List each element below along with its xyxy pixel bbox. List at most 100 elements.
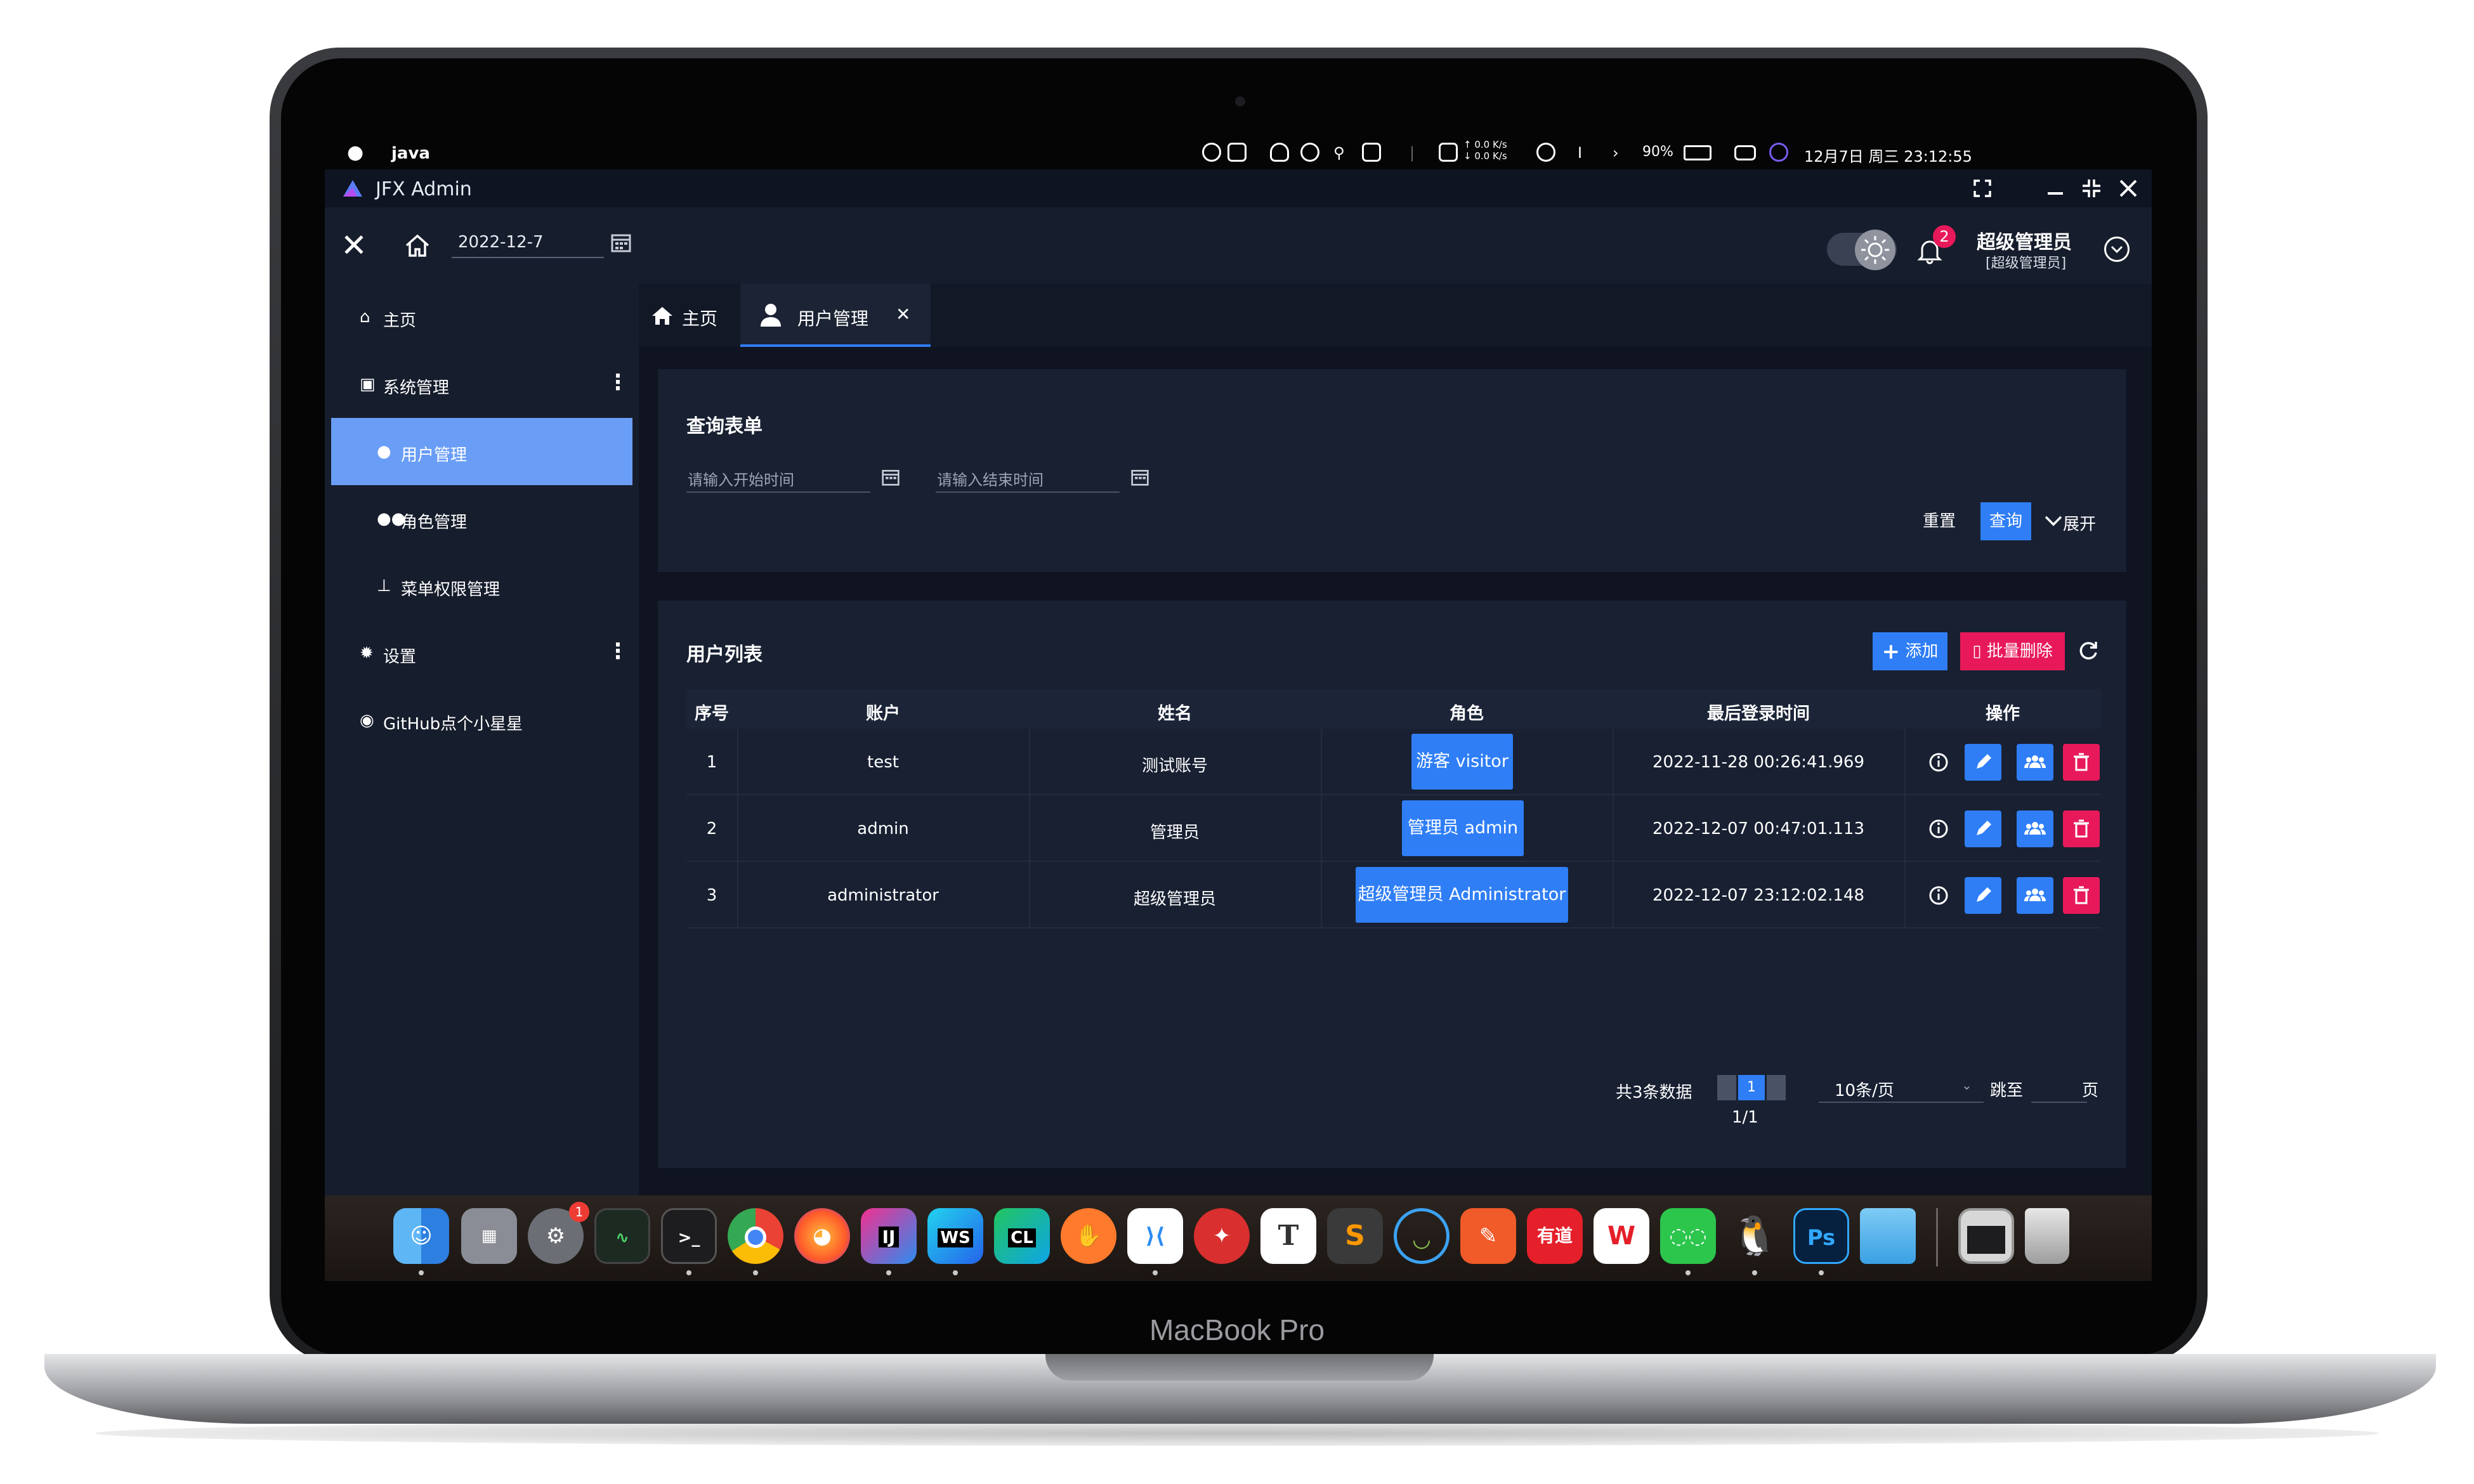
table-row[interactable]: 1 test 测试账号 游客 visitor 2022-11-28 00:26:… <box>686 729 2101 795</box>
pin-icon[interactable]: ⚲ <box>1333 144 1345 162</box>
page-size-select[interactable]: 10条/页 ⌄ <box>1819 1070 1984 1103</box>
menubar-datetime[interactable]: 12月7日 周三 23:12:55 <box>1804 144 1972 166</box>
table-row[interactable]: 3 administrator 超级管理员 超级管理员 Administrato… <box>686 862 2101 928</box>
more-vertical-icon[interactable]: ⋮ <box>607 370 629 395</box>
prev-page-button[interactable] <box>1717 1075 1736 1100</box>
wechat-dock-icon[interactable]: ◌◌ <box>1660 1208 1716 1264</box>
battery-icon[interactable] <box>1684 145 1712 160</box>
wps-icon[interactable]: W <box>1594 1208 1649 1264</box>
control-center-icon[interactable] <box>1734 145 1756 160</box>
sidebar-item-home[interactable]: ⌂ 主页 <box>325 283 639 351</box>
tab-user-management[interactable]: 用户管理 ✕ <box>740 283 931 347</box>
chevron-down-icon[interactable] <box>2104 237 2130 262</box>
home-icon[interactable] <box>403 231 432 261</box>
chrome-icon[interactable] <box>728 1208 783 1264</box>
postman-icon[interactable]: ✋ <box>1061 1208 1116 1264</box>
chevron-right-icon[interactable]: › <box>1613 144 1619 162</box>
next-page-button[interactable] <box>1767 1075 1786 1100</box>
date-picker-field[interactable]: 2022-12-7 <box>452 226 604 258</box>
typora-t-icon[interactable]: T <box>1260 1208 1316 1264</box>
screen-window-icon[interactable] <box>1958 1208 2014 1264</box>
expand-button[interactable]: 展开 <box>2063 511 2096 535</box>
assign-role-icon[interactable] <box>2017 810 2053 847</box>
intellij-icon[interactable]: IJ <box>861 1208 917 1264</box>
vscode-icon[interactable]: ⟩⟨ <box>1127 1208 1183 1264</box>
minimize-icon[interactable] <box>2043 176 2068 201</box>
fullscreen-icon[interactable] <box>1970 176 1995 201</box>
table-row[interactable]: 2 admin 管理员 管理员 admin 2022-12-07 00:47:0… <box>686 795 2101 862</box>
typora-icon[interactable]: ✦ <box>1194 1208 1250 1264</box>
clion-icon[interactable]: CL <box>994 1208 1050 1264</box>
photoshop-icon[interactable]: Ps <box>1793 1208 1849 1264</box>
activity-monitor-icon[interactable]: ∿ <box>594 1208 650 1264</box>
running-indicator <box>953 1270 958 1275</box>
more-vertical-icon[interactable]: ⋮ <box>607 639 629 664</box>
reset-button[interactable]: 重置 <box>1911 502 1968 540</box>
launchpad-icon[interactable]: ▦ <box>461 1208 517 1264</box>
chevron-down-icon[interactable] <box>2044 514 2063 529</box>
role-tag[interactable]: 游客 visitor <box>1411 734 1513 790</box>
start-time-input[interactable]: 请输入开始时间 <box>686 461 870 493</box>
sidebar-item-github[interactable]: ◉ GitHub点个小星星 <box>325 687 639 754</box>
info-icon[interactable] <box>1920 810 1957 847</box>
end-time-input[interactable]: 请输入结束时间 <box>936 461 1120 493</box>
add-button[interactable]: + 添加 <box>1873 632 1947 670</box>
cell-divider <box>1904 795 1906 862</box>
sidebar-item-menu-permissions[interactable]: ⊥ 菜单权限管理 <box>325 552 639 620</box>
delete-icon[interactable] <box>2063 744 2100 781</box>
edit-icon[interactable] <box>1965 877 2001 914</box>
grid-icon[interactable] <box>1227 143 1247 162</box>
wechat-icon[interactable] <box>1536 143 1555 162</box>
terminal-icon[interactable]: >_ <box>661 1208 717 1264</box>
tab-close-icon[interactable]: ✕ <box>896 304 910 325</box>
qq-icon[interactable] <box>1270 143 1289 162</box>
navicat-icon[interactable]: ◡ <box>1394 1208 1450 1264</box>
firefox-icon[interactable]: ◕ <box>794 1208 850 1264</box>
info-icon[interactable] <box>1920 877 1957 914</box>
cube-icon[interactable] <box>1300 143 1319 162</box>
shield-icon[interactable] <box>1439 143 1458 162</box>
qq-dock-icon[interactable]: 🐧 <box>1727 1208 1783 1264</box>
calendar-icon[interactable] <box>881 467 900 486</box>
current-page-button[interactable]: 1 <box>1738 1075 1765 1100</box>
search-button[interactable]: 查询 <box>1980 502 2031 540</box>
sun-icon[interactable] <box>1855 230 1895 270</box>
menubar-app-name[interactable]: java <box>391 144 430 163</box>
sidebar-item-system[interactable]: ▣ 系统管理 ⋮ <box>325 351 639 418</box>
siri-icon[interactable] <box>1769 143 1788 162</box>
folder-icon[interactable] <box>1860 1208 1916 1264</box>
role-tag[interactable]: 管理员 admin <box>1402 800 1524 856</box>
sidebar-item-settings[interactable]: ✹ 设置 ⋮ <box>325 620 639 687</box>
role-tag[interactable]: 超级管理员 Administrator <box>1356 867 1568 923</box>
calendar-icon[interactable] <box>610 231 632 253</box>
smiley-icon[interactable] <box>1202 143 1221 162</box>
cell-divider <box>1321 729 1322 795</box>
user-list-card: 用户列表 + 添加 ▯ 批量删除 序号 账户 姓名 角色 最后登录时间 操作 1… <box>658 601 2126 1168</box>
delete-icon[interactable] <box>2063 810 2100 847</box>
apple-icon[interactable]: ● <box>347 141 363 164</box>
webstorm-icon[interactable]: WS <box>927 1208 983 1264</box>
delete-icon[interactable] <box>2063 877 2100 914</box>
close-window-icon[interactable] <box>2116 176 2141 201</box>
edit-icon[interactable] <box>1965 810 2001 847</box>
tab-home[interactable]: 主页 <box>639 283 737 347</box>
jump-page-input[interactable] <box>2031 1071 2087 1103</box>
pen-icon[interactable]: ✎ <box>1460 1208 1516 1264</box>
sidebar-item-user-management[interactable]: ● 用户管理 <box>331 418 632 485</box>
sidebar-item-role-management[interactable]: ●● 角色管理 <box>325 485 639 552</box>
finder-icon[interactable]: ☺ <box>393 1208 449 1264</box>
calendar-icon[interactable] <box>1130 467 1149 486</box>
batch-delete-button[interactable]: ▯ 批量删除 <box>1960 632 2065 670</box>
restore-icon[interactable] <box>2079 176 2104 201</box>
youdao-icon[interactable]: 有道 <box>1527 1208 1583 1264</box>
refresh-icon[interactable] <box>2077 640 2100 663</box>
sublime-icon[interactable]: S <box>1327 1208 1383 1264</box>
assign-role-icon[interactable] <box>2017 877 2053 914</box>
assign-role-icon[interactable] <box>2017 744 2053 781</box>
info-icon[interactable] <box>1920 744 1957 781</box>
sublime-icon[interactable] <box>1362 143 1381 162</box>
user-name[interactable]: 超级管理员 <box>1977 226 2072 254</box>
trash-icon[interactable] <box>2025 1208 2069 1264</box>
edit-icon[interactable] <box>1965 744 2001 781</box>
collapse-menu-icon[interactable]: ✕ <box>341 230 367 261</box>
